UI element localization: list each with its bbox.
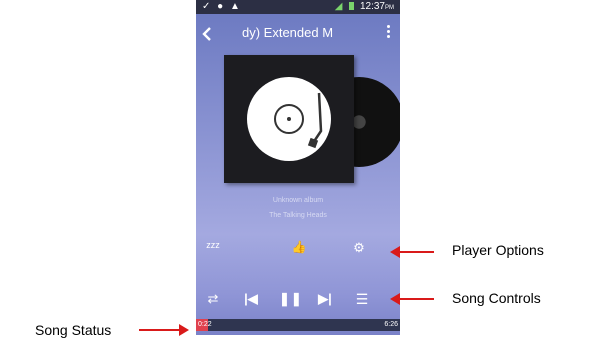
next-track-icon[interactable]: ▶|: [316, 291, 334, 307]
title-bar: dy) Extended M: [196, 14, 400, 54]
track-duration: 6:26: [384, 321, 398, 328]
gear-icon[interactable]: ⚙: [350, 240, 368, 256]
song-controls-label: Song Controls: [452, 290, 541, 306]
repeat-icon[interactable]: ⇄: [204, 291, 222, 307]
clock-ampm: PM: [385, 5, 394, 11]
pause-icon[interactable]: ❚❚: [279, 291, 302, 307]
status-bar: ✓ ● ▲ ◢ 12:37PM: [196, 0, 400, 14]
battery-icon: [349, 2, 355, 10]
turntable-icon: [247, 77, 331, 161]
player-options-label: Player Options: [452, 242, 544, 258]
album-name: Unknown album: [272, 197, 324, 204]
status-icons: ✓ ● ▲: [202, 1, 242, 12]
song-controls: ⇄ |◀ ❚❚ ▶| ☰: [196, 289, 400, 311]
song-status-arrow: [139, 324, 189, 336]
song-status-label: Song Status: [35, 322, 112, 338]
album-art: [224, 55, 400, 185]
phone-screen: ✓ ● ▲ ◢ 12:37PM dy) Extended M Unknown a…: [196, 0, 400, 335]
playlist-icon[interactable]: ☰: [353, 291, 371, 307]
sleep-timer-icon[interactable]: zzz: [204, 240, 222, 256]
clock: 12:37: [359, 1, 385, 12]
thumbs-up-icon[interactable]: 👍: [290, 240, 308, 256]
signal-icon: ◢: [334, 1, 343, 12]
player-options-arrow: [390, 246, 434, 258]
album-cover: [224, 55, 354, 183]
song-controls-arrow: [390, 293, 434, 305]
progress-bar[interactable]: 0:22 6:26: [196, 319, 400, 331]
artist-name: The Talking Heads: [269, 212, 327, 219]
previous-track-icon[interactable]: |◀: [242, 291, 260, 307]
elapsed-time: 0:22: [198, 321, 212, 328]
back-arrow-icon[interactable]: [200, 26, 216, 42]
overflow-menu-icon[interactable]: [386, 23, 392, 43]
track-title: dy) Extended M: [242, 25, 334, 40]
